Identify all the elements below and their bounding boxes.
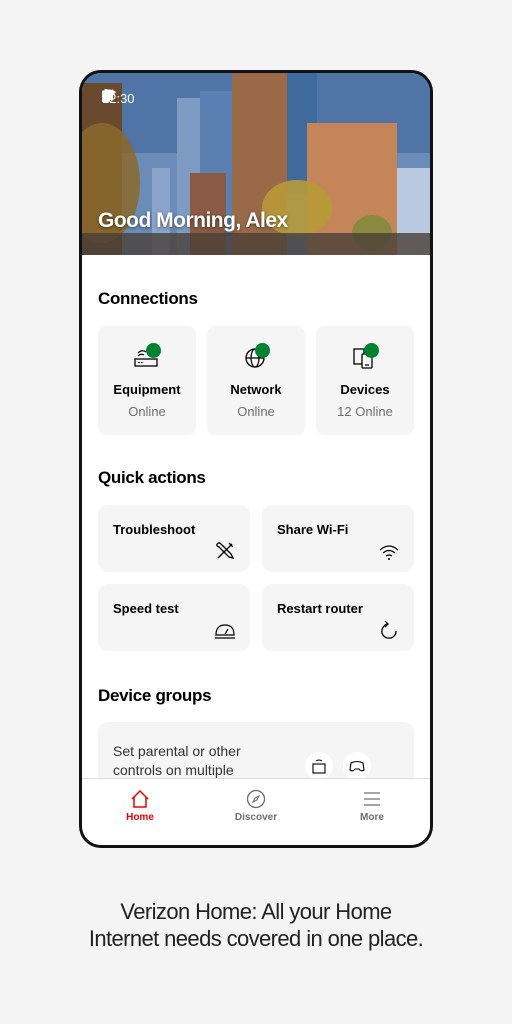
online-status-dot — [364, 343, 379, 358]
nav-item-more[interactable]: More — [314, 779, 430, 845]
status-bar: 12:30 — [102, 89, 410, 107]
nav-item-discover[interactable]: Discover — [198, 779, 314, 845]
connection-status: Online — [237, 404, 275, 419]
home-icon — [131, 789, 149, 808]
quick-action-label: Troubleshoot — [113, 522, 196, 537]
bottom-navigation: Home Discover More — [82, 778, 430, 845]
caption-line-2: Internet needs covered in one place. — [88, 926, 424, 951]
quick-action-label: Share Wi-Fi — [277, 522, 349, 537]
connection-name: Devices — [340, 382, 390, 397]
connection-card-devices[interactable]: Devices 12 Online — [316, 326, 414, 435]
connection-status: Online — [128, 404, 166, 419]
connections-title: Connections — [98, 289, 198, 308]
quick-action-speed-test[interactable]: Speed test — [98, 584, 250, 651]
speedometer-icon — [215, 624, 235, 639]
caption-line-1: Verizon Home: All your Home — [120, 899, 392, 924]
greeting-text: Good Morning, Alex — [98, 209, 288, 232]
promo-caption: Verizon Home: All your Home Internet nee… — [0, 898, 512, 952]
online-status-dot — [255, 343, 270, 358]
quick-actions-title: Quick actions — [98, 468, 206, 487]
wifi-icon — [379, 545, 399, 560]
device-groups-title: Device groups — [98, 686, 212, 705]
home-content[interactable]: Connections Equipment Online Network Onl… — [82, 255, 430, 779]
gamepad-icon — [343, 752, 371, 779]
battery-icon — [102, 89, 110, 102]
device-groups-description: Set parental or other controls on multip… — [113, 743, 241, 778]
online-status-dot — [146, 343, 161, 358]
quick-action-label: Speed test — [113, 601, 179, 616]
quick-action-label: Restart router — [277, 601, 363, 616]
quick-action-troubleshoot[interactable]: Troubleshoot — [98, 505, 250, 572]
nav-label: More — [360, 812, 384, 823]
restart-icon — [381, 620, 397, 639]
connection-status: 12 Online — [337, 404, 393, 419]
tools-icon — [216, 542, 235, 559]
app-screen: 12:30 Good Morning, Alex Connections Equ… — [82, 73, 430, 845]
hero-banner: 12:30 Good Morning, Alex — [82, 73, 430, 255]
connection-name: Network — [230, 382, 282, 397]
quick-action-restart-router[interactable]: Restart router — [262, 584, 414, 651]
menu-icon — [364, 792, 380, 806]
nav-item-home[interactable]: Home — [82, 779, 198, 845]
compass-icon — [246, 789, 266, 809]
quick-action-share-wifi[interactable]: Share Wi-Fi — [262, 505, 414, 572]
tv-icon — [305, 752, 333, 779]
connection-name: Equipment — [113, 382, 181, 397]
phone-frame: 12:30 Good Morning, Alex Connections Equ… — [79, 70, 433, 848]
nav-label: Home — [126, 812, 154, 823]
device-groups-card[interactable]: Set parental or other controls on multip… — [98, 722, 414, 779]
connection-card-network[interactable]: Network Online — [207, 326, 305, 435]
nav-label: Discover — [234, 812, 278, 823]
connection-card-equipment[interactable]: Equipment Online — [98, 326, 196, 435]
